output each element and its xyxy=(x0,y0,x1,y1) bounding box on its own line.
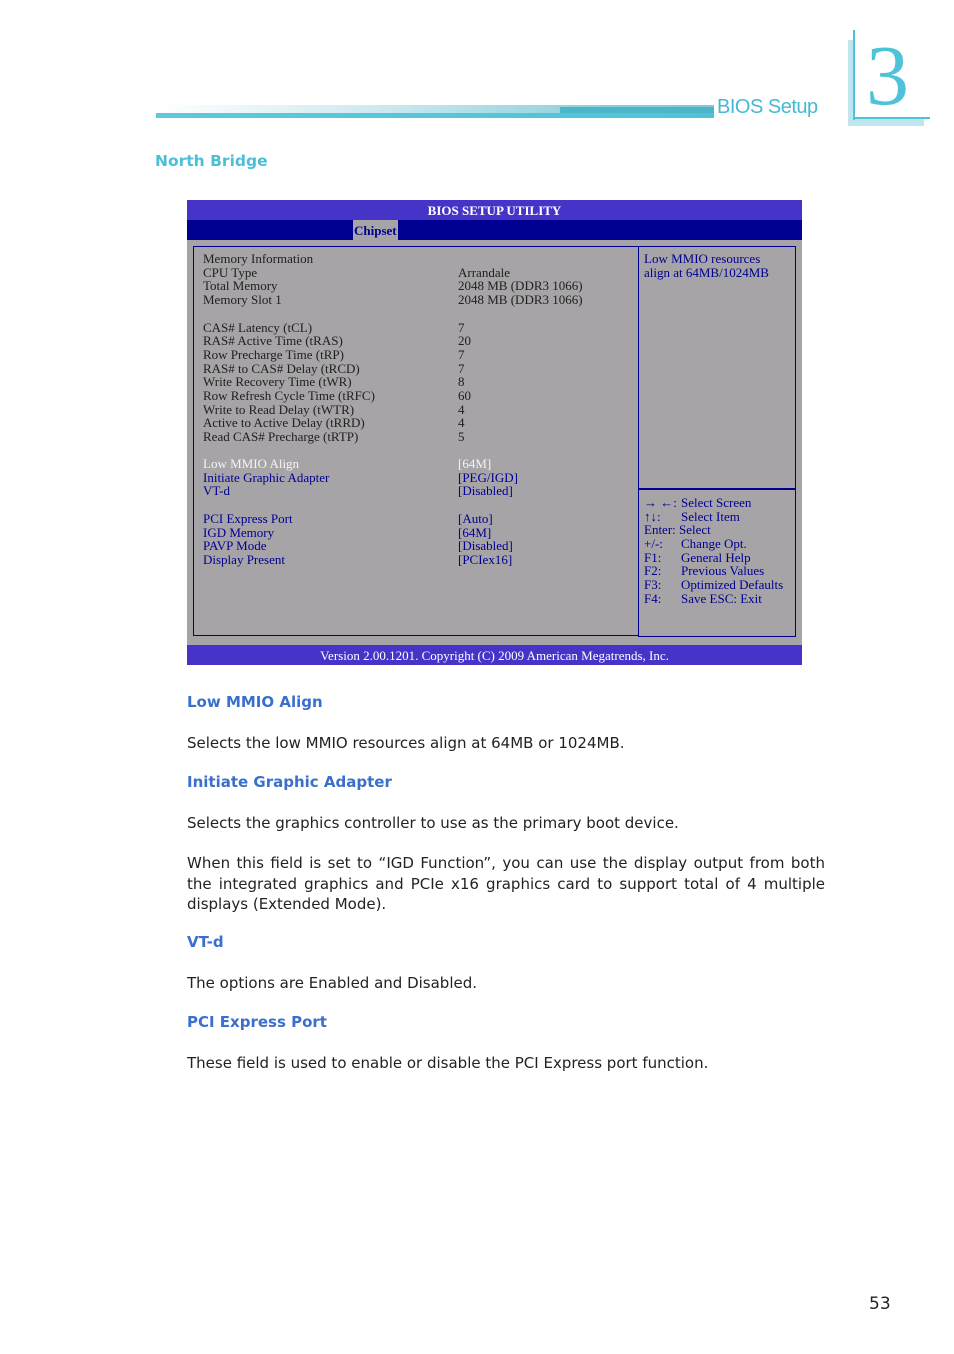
timing-value: 5 xyxy=(458,429,465,445)
info-value: 2048 MB (DDR3 1066) xyxy=(458,292,583,308)
chapter-number: 3 xyxy=(866,27,909,123)
key-desc: Select Screen xyxy=(681,495,752,510)
timing-label: Read CAS# Precharge (tRTP) xyxy=(203,429,359,445)
paragraph: When this field is set to “IGD Function”… xyxy=(187,854,825,913)
timing-value: 7 xyxy=(458,346,465,362)
option-value[interactable]: [Disabled] xyxy=(458,484,513,498)
key-arrows-lr: → ←: xyxy=(644,495,677,510)
running-header-title: BIOS Setup xyxy=(717,96,818,118)
key-f3: F3: xyxy=(644,577,662,593)
paragraph: These field is used to enable or disable… xyxy=(187,1054,709,1072)
help-text-line: align at 64MB/1024MB xyxy=(644,264,769,280)
paragraph: The options are Enabled and Disabled. xyxy=(187,974,478,992)
key-desc: Optimized Defaults xyxy=(681,577,784,593)
chapter-box-line xyxy=(853,30,855,120)
tab-chipset[interactable]: Chipset xyxy=(353,220,398,240)
key-desc: Previous Values xyxy=(681,563,765,579)
help-text: Low MMIO resources align at 64MB/1024MB xyxy=(644,252,769,279)
option-value[interactable]: [Auto] xyxy=(458,511,493,526)
key-f2: F2: xyxy=(644,563,662,579)
bios-help-panel: Low MMIO resources align at 64MB/1024MB … xyxy=(638,246,796,637)
key-enter: Enter: Select xyxy=(644,522,711,538)
help-divider xyxy=(639,488,795,490)
header-underline-bar xyxy=(156,113,714,118)
help-text-line: Low MMIO resources xyxy=(644,251,761,266)
heading-vt-d: VT-d xyxy=(187,933,224,951)
timing-value: 60 xyxy=(458,388,471,403)
bios-tab-bar: Chipset xyxy=(187,220,802,240)
key-f1: F1: xyxy=(644,549,662,565)
option-value[interactable]: [64M] xyxy=(458,457,491,471)
key-arrows-ud: ↑↓: xyxy=(644,508,661,524)
option-label: Display Present xyxy=(203,551,285,567)
key-desc: Select Item xyxy=(681,508,740,524)
key-f4: F4: xyxy=(644,590,662,606)
bios-settings-panel: Memory Information CPU Type Arrandale To… xyxy=(193,246,638,636)
paragraph: Selects the low MMIO resources align at … xyxy=(187,734,625,752)
option-label: Low MMIO Align xyxy=(203,456,300,471)
timing-label: Row Precharge Time (tRP) xyxy=(203,346,344,362)
info-label: Memory Slot 1 xyxy=(203,292,282,308)
page-number: 53 xyxy=(869,1294,891,1314)
section-title: North Bridge xyxy=(155,152,268,170)
bios-screenshot: BIOS SETUP UTILITY Chipset Memory Inform… xyxy=(187,200,802,665)
timing-label: Row Refresh Cycle Time (tRFC) xyxy=(203,388,375,403)
option-label: PCI Express Port xyxy=(203,510,293,526)
key-plus-minus: +/-: xyxy=(644,536,663,552)
paragraph: Selects the graphics controller to use a… xyxy=(187,814,679,832)
bios-title-bar: BIOS SETUP UTILITY xyxy=(187,200,802,220)
heading-initiate-graphic-adapter: Initiate Graphic Adapter xyxy=(187,773,392,791)
key-desc: Save ESC: Exit xyxy=(681,590,762,606)
option-label: VT-d xyxy=(203,483,230,499)
heading-low-mmio-align: Low MMIO Align xyxy=(187,693,323,711)
key-desc: Change Opt. xyxy=(681,536,747,552)
option-value[interactable]: [PCIex16] xyxy=(458,552,512,567)
bios-footer: Version 2.00.1201. Copyright (C) 2009 Am… xyxy=(187,645,802,665)
key-desc: General Help xyxy=(681,549,751,565)
info-label: Memory Information xyxy=(203,251,314,266)
heading-pci-express-port: PCI Express Port xyxy=(187,1013,327,1031)
